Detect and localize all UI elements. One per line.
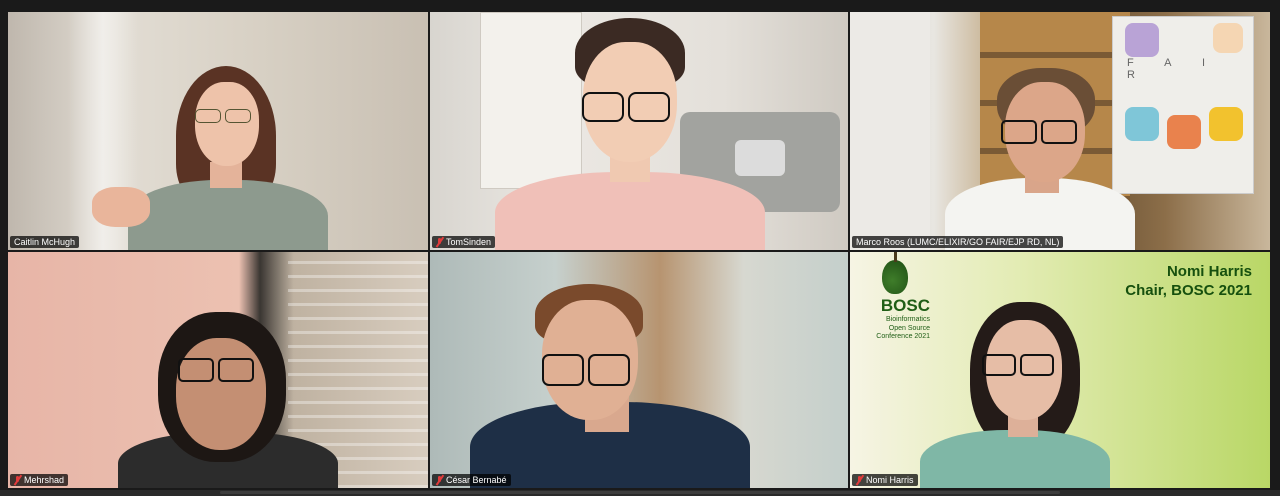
poster-letters: F A I R <box>1127 57 1220 81</box>
participant-name-label: Mehrshad <box>10 474 69 486</box>
hand <box>92 187 150 227</box>
participant-name-label: TomSinden <box>432 236 496 248</box>
glasses <box>542 354 630 386</box>
participant-figure <box>118 302 338 488</box>
video-tile-cesar-bernabe[interactable]: César Bernabé <box>430 252 848 488</box>
video-tile-mehrshad[interactable]: Mehrshad <box>8 252 428 488</box>
participant-name-label: César Bernabé <box>432 474 511 486</box>
participant-figure <box>945 68 1145 250</box>
participant-figure <box>495 12 775 250</box>
participant-name-label: Nomi Harris <box>852 474 918 486</box>
background-title-line: Nomi Harris <box>1166 263 1252 280</box>
bottom-scrollbar[interactable] <box>0 490 1280 496</box>
glasses <box>195 109 251 123</box>
puzzle-piece-icon <box>1125 23 1159 57</box>
participant-name-label: Marco Roos (LUMC/ELIXIR/GO FAIR/EJP RD, … <box>852 236 1064 248</box>
video-tile-nomi-harris[interactable]: BOSC Bioinformatics Open Source Conferen… <box>850 252 1270 488</box>
participant-figure <box>470 282 770 488</box>
mic-muted-icon <box>436 237 443 247</box>
glasses <box>1001 120 1077 144</box>
video-tile-tomsinden[interactable]: TomSinden <box>430 12 848 250</box>
background-title-line: Chair, BOSC 2021 <box>1125 282 1252 299</box>
mic-muted-icon <box>856 475 863 485</box>
glasses <box>178 358 254 382</box>
puzzle-piece-icon <box>1213 23 1243 53</box>
glasses <box>982 354 1054 376</box>
background-title: Nomi Harris Chair, BOSC 2021 <box>1125 262 1252 300</box>
window <box>850 12 930 250</box>
puzzle-piece-icon <box>1167 115 1201 149</box>
mic-muted-icon <box>14 475 21 485</box>
video-tile-caitlin[interactable]: Caitlin McHugh <box>8 12 428 250</box>
participant-name-label: Caitlin McHugh <box>10 236 80 248</box>
video-tile-marco-roos[interactable]: F A I R Marco Roos (LUMC/ELIXIR/GO FAIR/… <box>850 12 1270 250</box>
glasses <box>582 92 670 122</box>
pear-icon <box>882 252 908 294</box>
mic-muted-icon <box>436 475 443 485</box>
participant-figure <box>920 302 1120 488</box>
puzzle-piece-icon <box>1209 107 1243 141</box>
participant-figure <box>88 62 348 250</box>
